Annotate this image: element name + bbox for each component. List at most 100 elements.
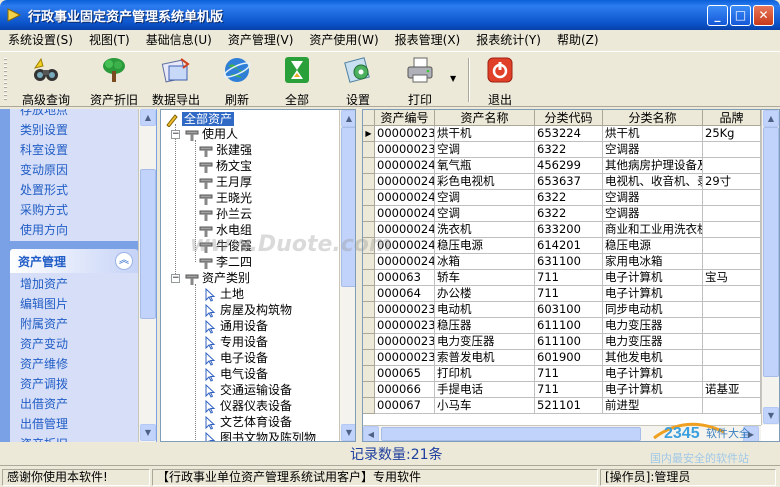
tree-category-4[interactable]: 电子设备 — [203, 350, 268, 366]
table-row[interactable]: 000000233电动机603100同步电动机 — [363, 302, 761, 318]
table-cell[interactable]: 电力变压器 — [603, 318, 703, 334]
nav-category-settings[interactable]: 类别设置 — [10, 120, 138, 140]
table-cell[interactable]: 711 — [535, 270, 603, 286]
table-cell[interactable] — [703, 158, 761, 174]
row-header[interactable] — [363, 350, 375, 366]
table-cell[interactable]: 宝马 — [703, 270, 761, 286]
grid-horizontal-scrollbar[interactable]: ◀ ▶ — [363, 425, 761, 441]
table-cell[interactable]: 洗衣机 — [435, 222, 535, 238]
table-cell[interactable]: 稳压电源 — [603, 238, 703, 254]
table-cell[interactable]: 家用电冰箱 — [603, 254, 703, 270]
table-cell[interactable]: 000000233 — [375, 302, 435, 318]
nav-asset-depreciation[interactable]: 资产折旧 — [10, 434, 138, 442]
row-header[interactable] — [363, 302, 375, 318]
nav-storage-location[interactable]: 存放地点 — [10, 109, 138, 120]
tree-node-users[interactable]: 使用人 — [185, 126, 238, 142]
table-cell[interactable]: 000000238 — [375, 126, 435, 142]
table-cell[interactable]: 633200 — [535, 222, 603, 238]
table-row[interactable]: 000000242彩色电视机653637电视机、收音机、录音机29寸 — [363, 174, 761, 190]
table-cell[interactable]: 29寸 — [703, 174, 761, 190]
table-cell[interactable] — [703, 286, 761, 302]
scroll-thumb[interactable] — [341, 127, 355, 287]
table-row[interactable]: 000000245空调6322空调器 — [363, 206, 761, 222]
table-cell[interactable]: 空调器 — [603, 190, 703, 206]
tree-category-0[interactable]: 土地 — [203, 286, 244, 302]
nav-add-asset[interactable]: 增加资产 — [10, 274, 138, 294]
column-header[interactable]: 品牌 — [703, 110, 761, 126]
table-cell[interactable]: 同步电动机 — [603, 302, 703, 318]
table-cell[interactable] — [703, 318, 761, 334]
toolbar-grip[interactable] — [4, 58, 7, 102]
scroll-left-icon[interactable]: ◀ — [363, 426, 379, 441]
nav-purchase-method[interactable]: 采购方式 — [10, 200, 138, 220]
table-cell[interactable]: 空调器 — [603, 142, 703, 158]
table-cell[interactable]: 631100 — [535, 254, 603, 270]
table-cell[interactable]: 烘干机 — [435, 126, 535, 142]
table-cell[interactable]: 小马车 — [435, 398, 535, 414]
table-row[interactable]: 000000239空调6322空调器 — [363, 142, 761, 158]
exit-button[interactable]: 退出 — [470, 56, 530, 107]
nav-disposal-form[interactable]: 处置形式 — [10, 180, 138, 200]
table-cell[interactable]: 611100 — [535, 334, 603, 350]
tree-user-3[interactable]: 王晓光 — [199, 190, 252, 206]
table-cell[interactable] — [703, 142, 761, 158]
column-header[interactable]: 资产编号 — [375, 110, 435, 126]
table-cell[interactable]: 000000231 — [375, 318, 435, 334]
tree-user-7[interactable]: 李二四 — [199, 254, 252, 270]
menu-view[interactable]: 视图(T) — [81, 30, 138, 50]
table-cell[interactable]: 000067 — [375, 398, 435, 414]
row-header[interactable] — [363, 174, 375, 190]
tree-user-6[interactable]: 牛俊霞 — [199, 238, 252, 254]
table-cell[interactable]: 711 — [535, 286, 603, 302]
nav-scrollbar[interactable]: ▲ ▼ — [138, 109, 156, 442]
table-cell[interactable]: 6322 — [535, 190, 603, 206]
table-cell[interactable]: 打印机 — [435, 366, 535, 382]
tree-user-0[interactable]: 张建强 — [199, 142, 252, 158]
table-row[interactable]: 000067 小马车 521101 前进型 — [363, 398, 761, 414]
table-cell[interactable] — [703, 334, 761, 350]
minimize-button[interactable]: _ — [707, 4, 728, 26]
table-cell[interactable]: 000066 — [375, 382, 435, 398]
collapse-users-icon[interactable]: − — [171, 130, 180, 139]
table-cell[interactable]: 000000247 — [375, 238, 435, 254]
scroll-up-icon[interactable]: ▲ — [140, 109, 156, 126]
nav-change-reason[interactable]: 变动原因 — [10, 160, 138, 180]
table-cell[interactable]: 电子计算机 — [603, 286, 703, 302]
table-cell[interactable]: 711 — [535, 366, 603, 382]
column-header[interactable]: 分类名称 — [603, 110, 703, 126]
table-cell[interactable] — [703, 190, 761, 206]
all-button[interactable]: 全部 — [267, 56, 327, 107]
tree-scrollbar[interactable]: ▲ ▼ — [339, 110, 355, 441]
collapse-chevron-icon[interactable]: ︽ — [115, 252, 133, 270]
title-bar[interactable]: 行政事业固定资产管理系统单机版 _ □ ✕ — [0, 0, 780, 30]
scroll-down-icon[interactable]: ▼ — [140, 424, 156, 441]
column-header[interactable]: 资产名称 — [435, 110, 535, 126]
tree-user-1[interactable]: 杨文宝 — [199, 158, 252, 174]
table-cell[interactable]: 000000246 — [375, 222, 435, 238]
close-button[interactable]: ✕ — [753, 4, 774, 26]
table-cell[interactable]: 空调 — [435, 206, 535, 222]
row-header[interactable] — [363, 190, 375, 206]
nav-usage-direction[interactable]: 使用方向 — [10, 220, 138, 240]
nav-asset-repair[interactable]: 资产维修 — [10, 354, 138, 374]
tree-root-all-assets[interactable]: 全部资产 — [165, 111, 235, 127]
table-cell[interactable]: 000064 — [375, 286, 435, 302]
table-cell[interactable]: 前进型 — [603, 398, 703, 414]
table-row[interactable]: 000063 轿车 711 电子计算机 宝马 — [363, 270, 761, 286]
table-cell[interactable] — [703, 366, 761, 382]
nav-asset-transfer[interactable]: 资产调拨 — [10, 374, 138, 394]
table-cell[interactable]: 电视机、收音机、录音机 — [603, 174, 703, 190]
menu-basic-info[interactable]: 基础信息(U) — [138, 30, 220, 50]
scroll-thumb[interactable] — [763, 127, 779, 377]
table-cell[interactable]: 空调 — [435, 142, 535, 158]
table-cell[interactable]: 000063 — [375, 270, 435, 286]
scroll-down-icon[interactable]: ▼ — [763, 407, 779, 424]
table-row[interactable]: 000000249冰箱631100家用电冰箱 — [363, 254, 761, 270]
table-cell[interactable]: 653224 — [535, 126, 603, 142]
collapse-categories-icon[interactable]: − — [171, 274, 180, 283]
table-cell[interactable]: 电子计算机 — [603, 382, 703, 398]
table-cell[interactable]: 653637 — [535, 174, 603, 190]
table-cell[interactable] — [703, 222, 761, 238]
table-cell[interactable]: 000000249 — [375, 254, 435, 270]
row-header[interactable] — [363, 334, 375, 350]
